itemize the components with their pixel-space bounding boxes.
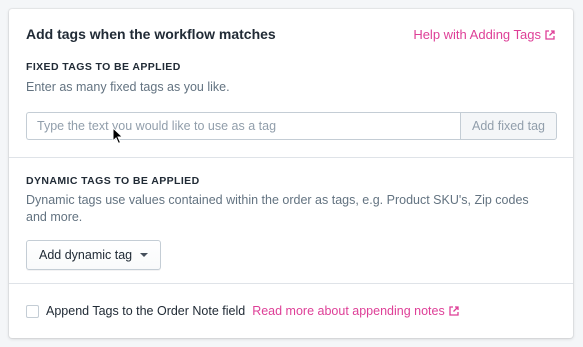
add-fixed-tag-button[interactable]: Add fixed tag (460, 112, 557, 140)
dynamic-tags-section: DYNAMIC TAGS TO BE APPLIED Dynamic tags … (9, 157, 573, 283)
append-section: Append Tags to the Order Note field Read… (9, 283, 573, 338)
add-dynamic-tag-button[interactable]: Add dynamic tag (26, 240, 162, 270)
fixed-tag-input[interactable] (26, 112, 460, 140)
help-adding-tags-link[interactable]: Help with Adding Tags (413, 27, 555, 42)
card-title: Add tags when the workflow matches (26, 26, 276, 42)
dynamic-tags-heading: DYNAMIC TAGS TO BE APPLIED (26, 175, 200, 187)
append-tags-label: Append Tags to the Order Note field (46, 304, 246, 318)
append-row: Append Tags to the Order Note field Read… (26, 304, 459, 318)
append-tags-checkbox[interactable] (26, 304, 39, 318)
appending-notes-link-label: Read more about appending notes (252, 304, 445, 318)
appending-notes-link[interactable]: Read more about appending notes (252, 304, 459, 318)
caret-down-icon (140, 253, 149, 257)
tags-card: Add tags when the workflow matches Help … (9, 9, 573, 338)
external-link-icon (449, 306, 459, 316)
fixed-tags-hint: Enter as many fixed tags as you like. (26, 80, 230, 94)
external-link-icon (545, 29, 555, 40)
dynamic-tags-hint: Dynamic tags use values contained within… (26, 193, 529, 224)
add-dynamic-tag-label: Add dynamic tag (39, 248, 133, 262)
fixed-tags-section: Add tags when the workflow matches Help … (9, 9, 573, 157)
fixed-tags-heading: FIXED TAGS TO BE APPLIED (26, 61, 181, 73)
help-link-label: Help with Adding Tags (413, 27, 541, 42)
